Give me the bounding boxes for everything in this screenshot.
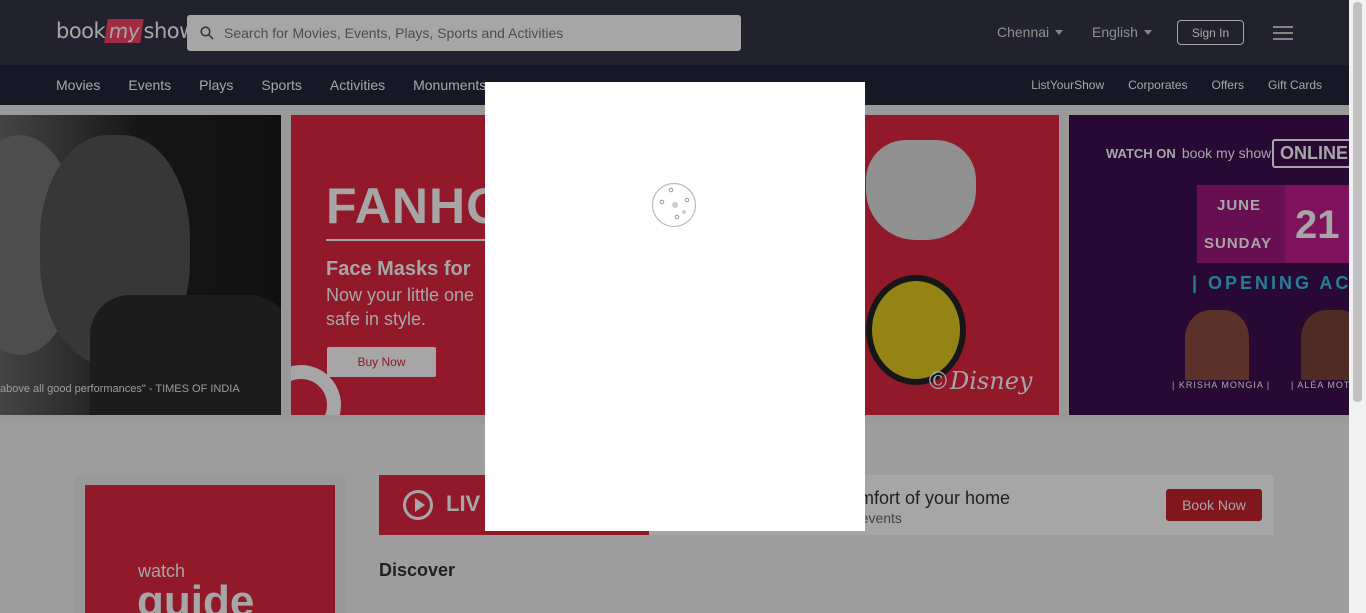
scrollbar-thumb[interactable]	[1353, 2, 1362, 402]
page-scrollbar[interactable]	[1349, 0, 1366, 613]
loading-modal	[485, 82, 865, 531]
loading-spinner-icon	[651, 182, 697, 228]
